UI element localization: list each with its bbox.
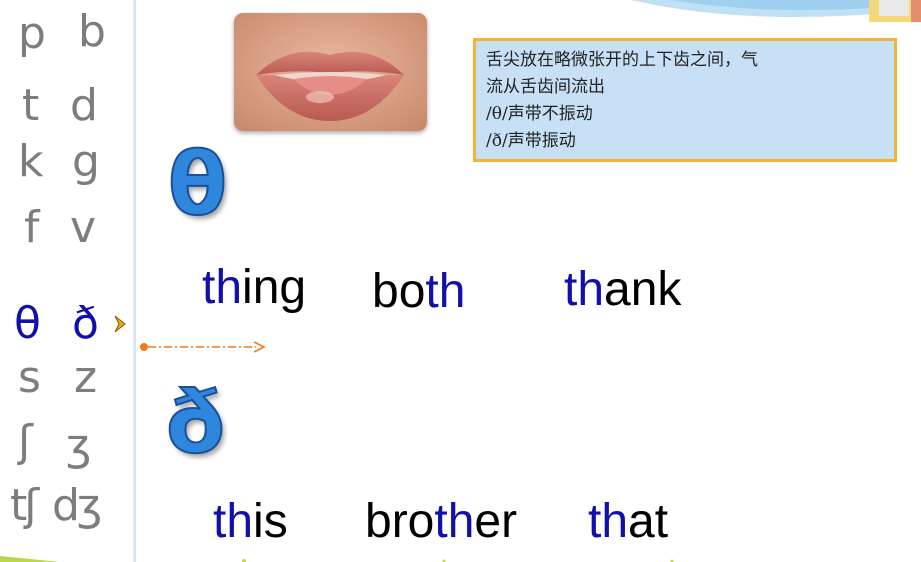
pronunciation-note: 舌尖放在略微张开的上下齿之间，气 流从舌齿间流出 /θ/声带不振动 /ð/声带振… bbox=[473, 38, 897, 162]
word-rest: ank bbox=[604, 263, 682, 316]
word-highlight: th bbox=[202, 261, 243, 314]
theta-symbol[interactable]: θ bbox=[167, 141, 228, 229]
word-thing[interactable]: thing bbox=[202, 264, 306, 312]
chevron-right-icon bbox=[114, 315, 126, 333]
symbol-tesh[interactable]: tʃ bbox=[10, 484, 39, 528]
bottom-decoration bbox=[0, 556, 674, 562]
note-line-2: 流从舌齿间流出 bbox=[486, 77, 605, 97]
arrow-icon bbox=[140, 341, 266, 353]
word-that[interactable]: that bbox=[588, 498, 668, 546]
word-highlight: th bbox=[564, 263, 605, 316]
mouth-photo bbox=[234, 13, 427, 131]
decorative-swoosh bbox=[631, 0, 921, 22]
word-rest: ing bbox=[242, 261, 307, 314]
symbol-k[interactable]: k bbox=[18, 140, 43, 184]
word-rest: is bbox=[253, 495, 288, 548]
word-highlight: th bbox=[213, 495, 254, 548]
word-rest: er bbox=[474, 495, 518, 548]
symbol-theta[interactable]: θ bbox=[14, 302, 41, 346]
sidebar-divider bbox=[133, 0, 136, 562]
symbol-s[interactable]: s bbox=[18, 356, 41, 400]
symbol-p[interactable]: p bbox=[18, 12, 46, 56]
word-both[interactable]: both bbox=[372, 268, 465, 316]
word-this[interactable]: this bbox=[213, 498, 288, 546]
word-thank[interactable]: thank bbox=[564, 266, 681, 314]
symbol-g[interactable]: g bbox=[72, 140, 100, 184]
word-highlight: th bbox=[588, 495, 629, 548]
word-highlight: th bbox=[425, 265, 466, 318]
symbol-z[interactable]: z bbox=[74, 356, 97, 400]
symbol-esh[interactable]: ʃ bbox=[18, 420, 33, 464]
symbol-eth[interactable]: ð bbox=[72, 302, 99, 346]
symbol-b[interactable]: b bbox=[78, 10, 106, 54]
word-prefix: bro bbox=[365, 495, 435, 548]
eth-symbol[interactable]: ð bbox=[165, 379, 226, 467]
word-highlight: th bbox=[434, 495, 475, 548]
mouth-illustration bbox=[234, 13, 427, 131]
word-brother[interactable]: brother bbox=[365, 498, 517, 546]
consonant-sidebar: p b t d k g f v θ ð s z ʃ ʒ tʃ dʒ bbox=[0, 0, 134, 562]
symbol-t[interactable]: t bbox=[22, 84, 39, 128]
word-rest: at bbox=[628, 495, 669, 548]
symbol-v[interactable]: v bbox=[70, 206, 96, 250]
note-line-3: /θ/声带不振动 bbox=[486, 104, 593, 124]
word-prefix: bo bbox=[372, 265, 426, 318]
symbol-d[interactable]: d bbox=[70, 84, 98, 128]
note-line-4: /ð/声带振动 bbox=[486, 131, 576, 151]
note-line-1: 舌尖放在略微张开的上下齿之间，气 bbox=[486, 50, 758, 70]
symbol-ezh[interactable]: ʒ bbox=[66, 424, 91, 468]
symbol-f[interactable]: f bbox=[24, 206, 40, 250]
symbol-dezh[interactable]: dʒ bbox=[52, 484, 102, 528]
